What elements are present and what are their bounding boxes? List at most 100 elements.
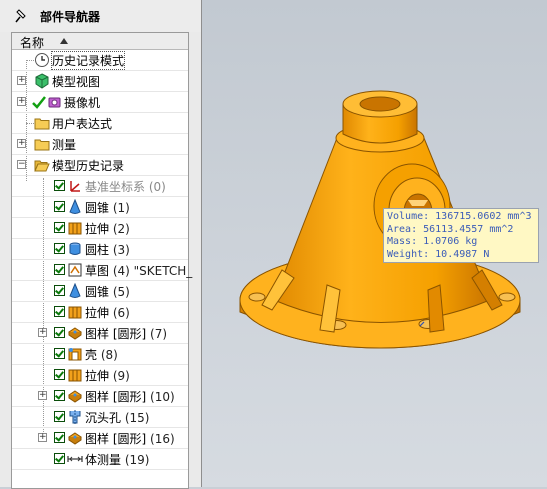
feature-number: (8) <box>100 348 118 362</box>
expand-toggle[interactable]: + <box>17 97 26 106</box>
pattern-icon <box>68 432 82 445</box>
feature-name: 图样 [圆形] <box>85 390 147 404</box>
feature-row-extrude-9[interactable]: 拉伸 (9) <box>12 365 188 386</box>
visibility-checkbox[interactable] <box>54 432 65 443</box>
visibility-checkbox[interactable] <box>54 264 65 275</box>
extrude-icon <box>68 222 82 235</box>
tree-item-label: 模型视图 <box>52 75 101 89</box>
feature-number: (4) "SKETCH_ <box>112 264 193 278</box>
feature-name: 拉伸 <box>85 306 110 320</box>
tree-item-history-mode[interactable]: 历史记录模式 <box>12 50 188 71</box>
expand-toggle[interactable]: + <box>17 139 26 148</box>
visibility-checkbox[interactable] <box>54 243 65 254</box>
column-header-label: 名称 <box>20 36 45 50</box>
expand-toggle[interactable]: + <box>38 391 47 400</box>
feature-number: (1) <box>112 201 130 215</box>
tree-item-label: 用户表达式 <box>52 117 113 131</box>
feature-name: 拉伸 <box>85 369 110 383</box>
visibility-checkbox[interactable] <box>54 180 65 191</box>
measure-body-icon <box>67 456 83 462</box>
name-column-header[interactable]: 名称 <box>12 33 188 50</box>
feature-number: (2) <box>112 222 130 236</box>
feature-row-cone-1[interactable]: 圆锥 (1) <box>12 197 188 218</box>
feature-row-shell-8[interactable]: 壳 (8) <box>12 344 188 365</box>
feature-number: (6) <box>112 306 130 320</box>
pattern-icon <box>68 390 82 403</box>
visibility-checkbox[interactable] <box>54 411 65 422</box>
tree-item-model-views[interactable]: + 模型视图 <box>12 71 188 92</box>
folder-icon <box>34 139 50 151</box>
feature-number: (9) <box>112 369 130 383</box>
pattern-icon <box>68 327 82 340</box>
feature-row-measure-body-19[interactable]: 体测量 (19) <box>12 449 188 470</box>
feature-name: 沉头孔 <box>85 411 122 425</box>
feature-row-pattern-7[interactable]: + 图样 [圆形] (7) <box>12 323 188 344</box>
feature-row-cylinder-3[interactable]: 圆柱 (3) <box>12 239 188 260</box>
tree-item-label: 摄像机 <box>64 96 101 110</box>
weight-readout: Weight: 10.4987 N <box>387 248 490 260</box>
feature-row-sketch-4[interactable]: 草图 (4) "SKETCH_ <box>12 260 192 281</box>
extrude-icon <box>68 369 82 382</box>
tree-item-user-expressions[interactable]: 用户表达式 <box>12 113 188 134</box>
checkmark-icon <box>32 96 46 109</box>
expand-toggle[interactable]: + <box>17 76 26 85</box>
expand-toggle[interactable]: + <box>38 433 47 442</box>
tree-item-label: 模型历史记录 <box>52 159 125 173</box>
feature-name: 基准坐标系 <box>85 180 146 194</box>
feature-name: 壳 <box>85 348 98 362</box>
pin-icon[interactable] <box>14 8 30 24</box>
feature-name: 圆锥 <box>85 201 110 215</box>
feature-number: (7) <box>150 327 168 341</box>
tree-item-model-history[interactable]: − 模型历史记录 <box>12 155 188 176</box>
extrude-icon <box>68 306 82 319</box>
collapse-toggle[interactable]: − <box>17 160 26 169</box>
feature-number: (10) <box>150 390 175 404</box>
visibility-checkbox[interactable] <box>54 285 65 296</box>
folder-open-icon <box>34 160 50 172</box>
feature-row-pattern-16[interactable]: + 图样 [圆形] (16) <box>12 428 188 449</box>
visibility-checkbox[interactable] <box>54 453 65 464</box>
visibility-checkbox[interactable] <box>54 369 65 380</box>
feature-name: 圆柱 <box>85 243 110 257</box>
visibility-checkbox[interactable] <box>54 390 65 401</box>
tree-item-cameras[interactable]: + 摄像机 <box>12 92 188 113</box>
feature-number: (5) <box>112 285 130 299</box>
feature-row-pattern-10[interactable]: + 图样 [圆形] (10) <box>12 386 188 407</box>
sketch-icon <box>68 263 82 277</box>
cone-icon <box>69 199 81 214</box>
volume-readout: Volume: 136715.0602 mm^3 <box>387 211 532 222</box>
feature-name: 图样 [圆形] <box>85 327 147 341</box>
feature-number: (3) <box>112 243 130 257</box>
feature-name: 体测量 <box>85 453 122 467</box>
feature-name: 图样 [圆形] <box>85 432 147 446</box>
measurement-tooltip: Volume: 136715.0602 mm^3 Area: 56113.455… <box>383 208 539 263</box>
visibility-checkbox[interactable] <box>54 348 65 359</box>
feature-number: (16) <box>150 432 175 446</box>
feature-row-counterbore-15[interactable]: 沉头孔 (15) <box>12 407 188 428</box>
navigator-tree[interactable]: 名称 历史记录模式 + 模型视图 + 摄像机 用户表达式 + 测量 − 模型历史… <box>11 32 192 489</box>
camera-icon <box>48 97 61 108</box>
feature-row-datum-csys[interactable]: 基准坐标系 (0) <box>12 176 188 197</box>
feature-row-cone-5[interactable]: 圆锥 (5) <box>12 281 188 302</box>
visibility-checkbox[interactable] <box>54 327 65 338</box>
feature-name: 圆锥 <box>85 285 110 299</box>
feature-row-extrude-2[interactable]: 拉伸 (2) <box>12 218 188 239</box>
part-navigator-panel: 部件导航器 名称 历史记录模式 + 模型视图 + 摄像机 用户表达式 + 测量 … <box>0 0 202 489</box>
visibility-checkbox[interactable] <box>54 201 65 212</box>
tree-item-label: 历史记录模式 <box>50 51 126 70</box>
feature-number: (0) <box>148 180 166 194</box>
navigator-title: 部件导航器 <box>40 10 101 24</box>
mass-readout: Mass: 1.0706 kg <box>387 236 478 247</box>
feature-row-extrude-6[interactable]: 拉伸 (6) <box>12 302 188 323</box>
counterbore-hole-icon <box>69 410 81 424</box>
feature-number: (19) <box>124 453 150 467</box>
feature-number: (15) <box>124 411 150 425</box>
sort-ascending-icon <box>60 38 68 44</box>
visibility-checkbox[interactable] <box>54 306 65 317</box>
clock-icon <box>35 53 49 67</box>
expand-toggle[interactable]: + <box>38 328 47 337</box>
cylinder-icon <box>69 242 81 255</box>
area-readout: Area: 56113.4557 mm^2 <box>387 223 514 235</box>
tree-item-measurements[interactable]: + 测量 <box>12 134 188 155</box>
visibility-checkbox[interactable] <box>54 222 65 233</box>
